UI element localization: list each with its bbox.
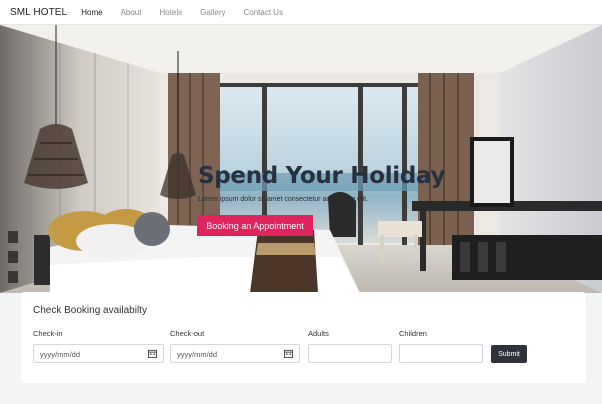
checkin-date-placeholder: yyyy/mm/dd xyxy=(40,350,81,359)
checkout-date-placeholder: yyyy/mm/dd xyxy=(177,350,218,359)
children-input[interactable] xyxy=(399,344,483,363)
nav-link-home[interactable]: Home xyxy=(81,8,102,17)
checkin-date-input[interactable]: yyyy/mm/dd xyxy=(33,344,164,363)
hero-title: Spend Your Holiday xyxy=(198,163,446,189)
calendar-icon[interactable] xyxy=(148,349,157,358)
nav-link-about[interactable]: About xyxy=(121,8,142,17)
children-label: Children xyxy=(399,329,427,338)
nav-link-gallery[interactable]: Gallery xyxy=(200,8,225,17)
checkout-date-input[interactable]: yyyy/mm/dd xyxy=(170,344,300,363)
nav-link-contact-us[interactable]: Contact Us xyxy=(244,8,284,17)
checkin-label: Check-in xyxy=(33,329,63,338)
brand-logo[interactable]: SML HOTEL xyxy=(10,7,67,18)
calendar-icon[interactable] xyxy=(284,349,293,358)
checkout-label: Check-out xyxy=(170,329,205,338)
booking-card-title: Check Booking availabilty xyxy=(33,305,147,316)
hero-background-image xyxy=(0,25,602,293)
adults-input[interactable] xyxy=(308,344,392,363)
booking-appointment-button[interactable]: Booking an Appointment xyxy=(197,215,313,236)
hero-section: Spend Your Holiday Lorem ipsum dolor sit… xyxy=(0,25,602,293)
submit-button[interactable]: Submit xyxy=(491,345,527,363)
booking-card: Check Booking availabilty Check-in yyyy/… xyxy=(21,292,586,383)
nav-link-hotels[interactable]: Hotels xyxy=(159,8,182,17)
hero-subtitle: Lorem ipsum dolor sit amet consectetur a… xyxy=(198,196,369,203)
navbar: SML HOTEL Home About Hotels Gallery Cont… xyxy=(0,0,602,25)
adults-label: Adults xyxy=(308,329,329,338)
